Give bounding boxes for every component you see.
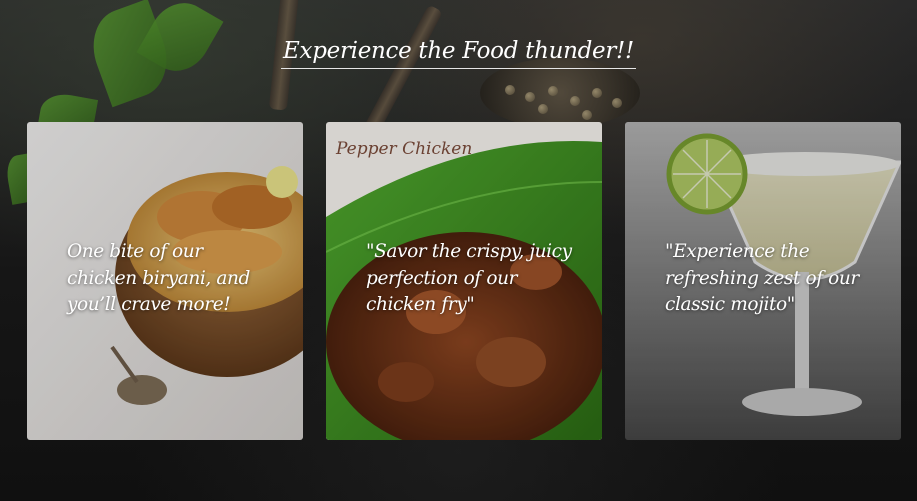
page-title: Experience the Food thunder!! [281,38,636,69]
peppercorn-decor [538,104,548,114]
peppercorn-decor [612,98,622,108]
mojito-caption: "Experience the refreshing zest of our c… [665,241,859,315]
peppercorn-decor [548,86,558,96]
food-card-mojito[interactable]: "Experience the refreshing zest of our c… [625,122,901,440]
page: Experience the Food thunder!! One bite o… [0,0,917,501]
peppercorn-decor [570,96,580,106]
peppercorn-decor [592,88,602,98]
peppercorn-decor [525,92,535,102]
biryani-caption: One bite of our chicken biryani, and you… [67,241,250,315]
food-card-biryani[interactable]: One bite of our chicken biryani, and you… [27,122,303,440]
peppercorn-decor [505,85,515,95]
knife-handle-decor [363,4,443,136]
hero-section: Experience the Food thunder!! [0,38,917,69]
food-card-pepper-chicken[interactable]: Pepper Chicken "Savor the crispy, juicy … [326,122,602,440]
pepper-chicken-caption: "Savor the crispy, juicy perfection of o… [366,241,572,315]
peppercorn-decor [582,110,592,120]
